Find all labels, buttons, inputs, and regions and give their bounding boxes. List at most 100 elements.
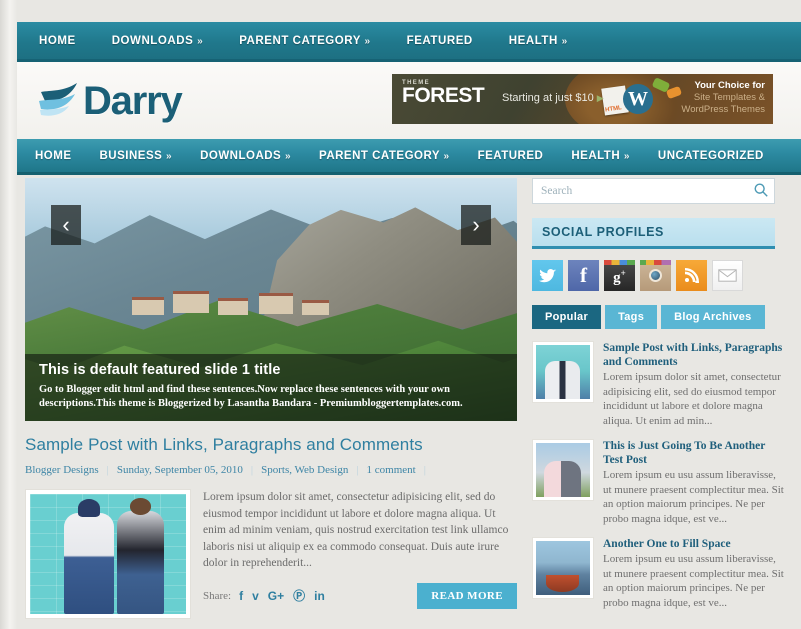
mainnav-item-home[interactable]: HOME <box>17 150 86 162</box>
list-item: This is Just Going To Be Another Test Po… <box>532 439 784 526</box>
popular-post-excerpt: Lorem ipsum dolor sit amet, consectetur … <box>603 371 781 427</box>
thumb-person-right <box>117 498 165 614</box>
envelope-glyph <box>718 269 737 282</box>
topnav-label: FEATURED <box>406 34 473 47</box>
mainnav-label: BUSINESS <box>99 149 163 162</box>
tab-blog-archives[interactable]: Blog Archives <box>661 305 765 329</box>
content-area: ‹ › This is default featured slide 1 tit… <box>17 178 801 629</box>
popular-post-image <box>536 541 590 595</box>
tab-tags[interactable]: Tags <box>605 305 658 329</box>
post-excerpt: Lorem ipsum dolor sit amet, consectetur … <box>203 491 509 569</box>
tab-popular[interactable]: Popular <box>532 305 602 329</box>
sidebar: SOCIAL PROFILES f g+ Popular Tags Blog A… <box>532 178 784 621</box>
linkedin-icon[interactable]: in <box>314 589 325 603</box>
rss-icon[interactable] <box>676 260 707 291</box>
twitter-bird-glyph <box>539 268 556 282</box>
popular-post-image <box>536 443 590 497</box>
main-column: ‹ › This is default featured slide 1 tit… <box>25 178 517 619</box>
topnav-item-home[interactable]: HOME <box>17 35 94 47</box>
thumb-person-left <box>64 499 115 614</box>
mainnav-item-uncategorized[interactable]: UNCATEGORIZED <box>644 150 778 162</box>
topnav-item-downloads[interactable]: DOWNLOADS » <box>94 35 221 47</box>
ad-brand: THEME FOREST <box>402 80 485 106</box>
themeforest-ad-banner[interactable]: HTML W THEME FOREST Starting at just $10… <box>392 74 773 124</box>
email-icon[interactable] <box>712 260 743 291</box>
slider-caption: This is default featured slide 1 title G… <box>25 354 517 421</box>
google-plus-icon[interactable]: G+ <box>268 589 284 603</box>
mainnav-label: UNCATEGORIZED <box>657 149 764 162</box>
mainnav-item-downloads[interactable]: DOWNLOADS » <box>186 150 305 162</box>
popular-post-info: Another One to Fill Space Lorem ipsum eu… <box>594 537 784 610</box>
chevron-right-icon: » <box>443 150 450 162</box>
post-author[interactable]: Blogger Designs <box>25 464 99 476</box>
popular-post-excerpt: Lorem ipsum eu usu assum liberavisse, ut… <box>603 469 784 525</box>
topnav-item-featured[interactable]: FEATURED <box>389 35 491 47</box>
popular-post-title[interactable]: Sample Post with Links, Paragraphs and C… <box>603 341 784 369</box>
twitter-icon[interactable] <box>532 260 563 291</box>
popular-post-thumbnail[interactable] <box>532 341 594 403</box>
topnav-label: DOWNLOADS <box>111 34 194 47</box>
rss-waves-glyph <box>684 268 699 283</box>
search-box <box>532 178 775 204</box>
top-navigation-bar: HOME DOWNLOADS » PARENT CATEGORY » FEATU… <box>17 22 801 62</box>
google-plus-icon[interactable]: g+ <box>604 260 635 291</box>
search-input[interactable] <box>532 178 775 204</box>
social-profiles-title: SOCIAL PROFILES <box>532 218 775 249</box>
topnav-label: HEALTH <box>508 34 558 47</box>
meta-separator: | <box>250 464 254 476</box>
popular-post-title[interactable]: This is Just Going To Be Another Test Po… <box>603 439 784 467</box>
social-profiles-widget: SOCIAL PROFILES f g+ <box>532 218 775 291</box>
post-thumbnail-image <box>30 494 186 614</box>
popular-post-info: Sample Post with Links, Paragraphs and C… <box>594 341 784 428</box>
mainnav-label: DOWNLOADS <box>200 149 282 162</box>
popular-post-excerpt: Lorem ipsum eu usu assum liberavisse, ut… <box>603 553 784 609</box>
post-body: Lorem ipsum dolor sit amet, consectetur … <box>25 489 517 619</box>
wordpress-icon: W <box>623 84 653 114</box>
slider-title: This is default featured slide 1 title <box>39 362 281 378</box>
slider-prev-button[interactable]: ‹ <box>51 205 81 245</box>
meta-separator: | <box>106 464 109 476</box>
ad-tagline-line1: Your Choice for <box>694 80 765 91</box>
popular-post-thumbnail[interactable] <box>532 537 594 599</box>
facebook-glyph: f <box>580 263 587 287</box>
post-thumbnail[interactable] <box>25 489 191 619</box>
chevron-right-icon: » <box>561 35 568 47</box>
topnav-item-health[interactable]: HEALTH » <box>491 35 586 47</box>
read-more-button[interactable]: READ MORE <box>417 582 517 609</box>
chevron-right-icon: » <box>623 150 630 162</box>
chevron-right-icon: › <box>472 212 480 237</box>
slider-next-button[interactable]: › <box>461 205 491 245</box>
chevron-right-icon: » <box>166 150 173 162</box>
ad-price-label: Starting at just $10 <box>502 92 594 104</box>
search-button[interactable] <box>752 182 770 200</box>
instagram-icon[interactable] <box>640 260 671 291</box>
list-item: Sample Post with Links, Paragraphs and C… <box>532 341 784 428</box>
post-text-block: Lorem ipsum dolor sit amet, consectetur … <box>191 489 517 619</box>
popular-post-title[interactable]: Another One to Fill Space <box>603 537 784 551</box>
play-arrow-icon: ▶ <box>596 93 604 103</box>
pinterest-icon[interactable]: Ⓟ <box>293 587 305 604</box>
post-footer: Share: f ᴠ G+ Ⓟ in READ MORE <box>203 582 517 609</box>
popular-post-image <box>536 345 590 399</box>
popular-post-thumbnail[interactable] <box>532 439 594 501</box>
post-title[interactable]: Sample Post with Links, Paragraphs and C… <box>25 435 517 455</box>
mainnav-item-health[interactable]: HEALTH » <box>557 150 644 162</box>
mainnav-item-parent-category[interactable]: PARENT CATEGORY » <box>305 150 464 162</box>
twitter-icon[interactable]: ᴠ <box>252 589 259 603</box>
site-logo[interactable]: Darry <box>37 78 183 123</box>
mainnav-label: HEALTH <box>571 149 621 162</box>
facebook-icon[interactable]: f <box>568 260 599 291</box>
logo-wordmark: Darry <box>83 78 183 123</box>
slider-description: Go to Blogger edit html and find these s… <box>39 384 463 409</box>
ad-tagline-line2: Site Templates & <box>693 92 765 103</box>
mainnav-label: HOME <box>35 149 72 162</box>
post-categories[interactable]: Sports, Web Design <box>261 464 348 476</box>
mainnav-item-business[interactable]: BUSINESS » <box>86 150 187 162</box>
post-meta: Blogger Designs | Sunday, September 05, … <box>25 464 517 476</box>
topnav-item-parent-category[interactable]: PARENT CATEGORY » <box>221 35 388 47</box>
post-comment-count[interactable]: 1 comment <box>367 464 416 476</box>
mainnav-item-featured[interactable]: FEATURED <box>464 150 558 162</box>
post-date[interactable]: Sunday, September 05, 2010 <box>117 464 243 476</box>
facebook-icon[interactable]: f <box>239 589 243 603</box>
meta-separator: | <box>356 464 359 476</box>
